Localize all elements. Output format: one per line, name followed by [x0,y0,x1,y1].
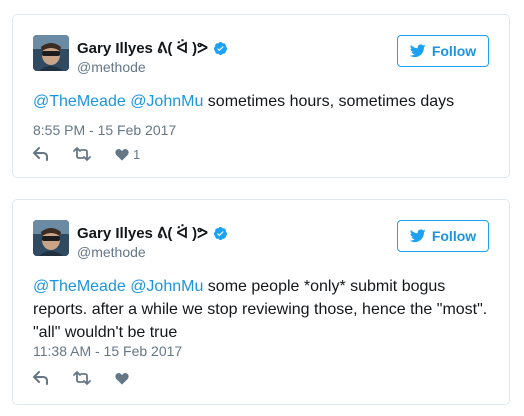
like-button[interactable] [115,370,133,386]
reply-button[interactable] [33,146,49,162]
tweet-body: sometimes hours, sometimes days [203,93,455,110]
follow-label: Follow [431,228,477,244]
author-name[interactable]: Gary Illyes ᕕ( ᐛ )ᕗ [77,224,208,242]
follow-button[interactable]: Follow [397,220,489,252]
tweet-text: @TheMeade @JohnMu some people *only* sub… [33,275,489,344]
reply-button[interactable] [33,370,49,386]
like-count: 1 [133,146,141,162]
twitter-bird-icon [409,44,426,58]
follow-label: Follow [431,43,477,59]
follow-button[interactable]: Follow [397,35,489,67]
retweet-button[interactable] [73,370,91,386]
mention-link[interactable]: @TheMeade [33,278,126,295]
verified-badge-icon [213,226,228,241]
tweet-actions: 1 [33,146,164,162]
author-name-row: Gary Illyes ᕕ( ᐛ )ᕗ [77,38,228,58]
mention-link[interactable]: @JohnMu [130,93,203,110]
reply-icon [33,147,49,161]
author-name-row: Gary Illyes ᕕ( ᐛ )ᕗ [77,223,228,243]
mention-link[interactable]: @JohnMu [130,278,203,295]
avatar[interactable] [33,220,69,256]
retweet-button[interactable] [73,146,91,162]
retweet-icon [73,147,91,161]
heart-icon [115,148,129,161]
mention-link[interactable]: @TheMeade [33,93,126,110]
twitter-bird-icon [409,229,426,243]
retweet-icon [73,371,91,385]
author-handle[interactable]: @methode [77,59,146,75]
avatar[interactable] [33,35,69,71]
tweet-actions [33,370,157,386]
tweet-timestamp[interactable]: 8:55 PM - 15 Feb 2017 [33,122,176,138]
author-handle[interactable]: @methode [77,244,146,260]
reply-icon [33,371,49,385]
tweet-card: Gary Illyes ᕕ( ᐛ )ᕗ @methode Follow @The… [12,14,510,178]
like-button[interactable]: 1 [115,146,140,162]
tweet-text: @TheMeade @JohnMu sometimes hours, somet… [33,90,489,113]
tweet-timestamp[interactable]: 11:38 AM - 15 Feb 2017 [33,343,182,359]
author-name[interactable]: Gary Illyes ᕕ( ᐛ )ᕗ [77,39,208,57]
tweet-card: Gary Illyes ᕕ( ᐛ )ᕗ @methode Follow @The… [12,199,510,405]
heart-icon [115,372,129,385]
verified-badge-icon [213,41,228,56]
